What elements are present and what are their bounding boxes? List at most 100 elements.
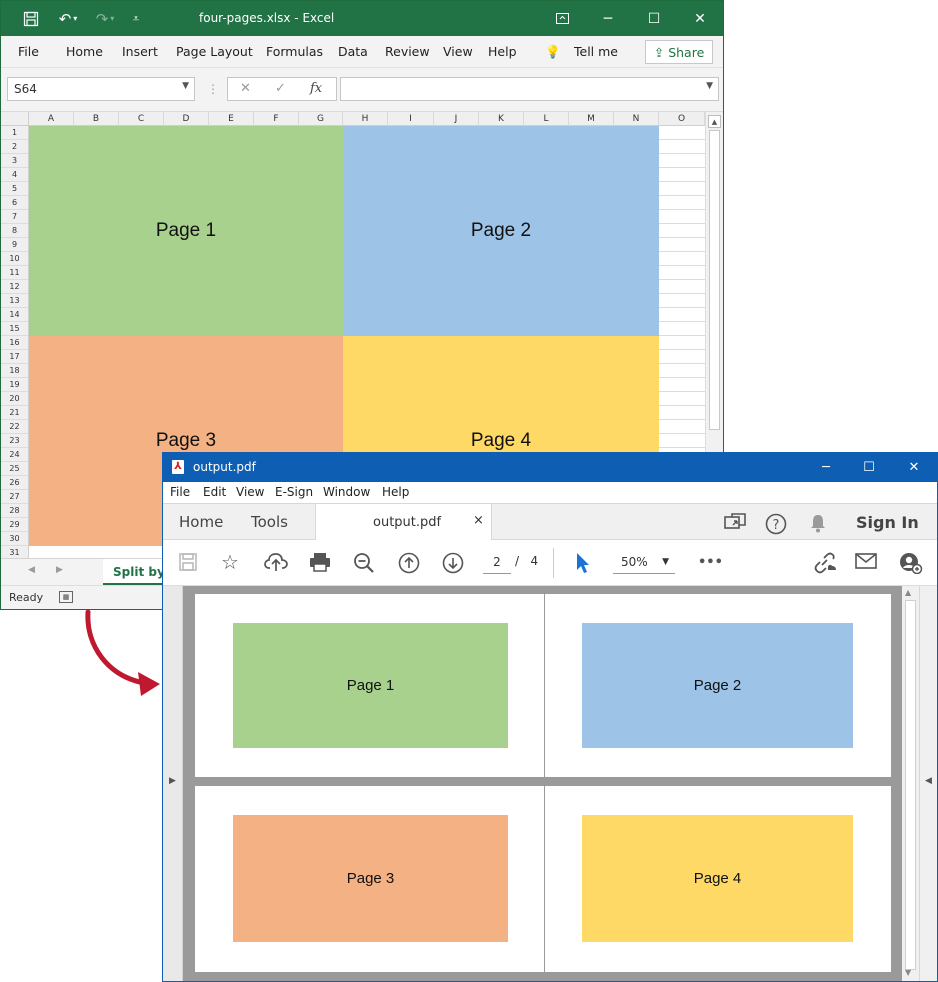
tab-home[interactable]: Home (66, 44, 103, 59)
upload-cloud-icon[interactable] (264, 552, 288, 575)
row-header[interactable]: 23 (1, 434, 28, 448)
row-header[interactable]: 31 (1, 546, 28, 558)
tab-data[interactable]: Data (338, 44, 368, 59)
pdf-page-3[interactable]: Page 3 (195, 786, 544, 972)
row-header[interactable]: 20 (1, 392, 28, 406)
row-header[interactable]: 6 (1, 196, 28, 210)
scroll-down-icon[interactable]: ▼ (905, 968, 911, 977)
expand-formula-icon[interactable]: ▼ (706, 81, 713, 91)
column-header[interactable]: C (119, 112, 164, 126)
row-header[interactable]: 15 (1, 322, 28, 336)
next-page-icon[interactable] (442, 552, 464, 577)
menu-help[interactable]: Help (382, 485, 409, 499)
tab-formulas[interactable]: Formulas (266, 44, 323, 59)
row-header[interactable]: 17 (1, 350, 28, 364)
close-tab-icon[interactable]: × (473, 513, 484, 528)
row-header[interactable]: 27 (1, 490, 28, 504)
row-header[interactable]: 10 (1, 252, 28, 266)
share-screen-icon[interactable] (724, 513, 746, 538)
pdf-vertical-scrollbar[interactable]: ▲ ▼ (902, 586, 919, 981)
row-header[interactable]: 4 (1, 168, 28, 182)
zoom-select[interactable]: 50% ▼ (613, 552, 675, 574)
save-icon[interactable] (13, 1, 49, 36)
row-header[interactable]: 12 (1, 280, 28, 294)
pdf-page-2[interactable]: Page 2 (545, 594, 891, 777)
row-header[interactable]: 7 (1, 210, 28, 224)
share-button[interactable]: ⇪ Share (645, 40, 713, 64)
tab-view[interactable]: View (443, 44, 473, 59)
column-header[interactable]: B (74, 112, 119, 126)
row-header[interactable]: 29 (1, 518, 28, 532)
row-header[interactable]: 2 (1, 140, 28, 154)
sign-in-button[interactable]: Sign In (856, 513, 919, 532)
row-header[interactable]: 18 (1, 364, 28, 378)
ribbon-display-icon[interactable] (539, 1, 585, 36)
row-header[interactable]: 22 (1, 420, 28, 434)
left-panel-toggle[interactable]: ▶ (163, 586, 183, 981)
column-header[interactable]: L (524, 112, 569, 126)
zoom-out-search-icon[interactable] (353, 552, 375, 577)
insert-function-icon[interactable]: fx (310, 81, 322, 96)
formula-input[interactable]: ▼ (340, 77, 719, 101)
column-header[interactable]: F (254, 112, 299, 126)
tab-insert[interactable]: Insert (122, 44, 158, 59)
row-header[interactable]: 28 (1, 504, 28, 518)
menu-esign[interactable]: E-Sign (275, 485, 313, 499)
menu-view[interactable]: View (236, 485, 264, 499)
scroll-thumb[interactable] (905, 600, 916, 970)
pdf-page-4[interactable]: Page 4 (545, 786, 891, 972)
pdf-minimize-icon[interactable]: ─ (803, 453, 849, 482)
page-2-block[interactable]: Page 2 (343, 126, 659, 336)
lightbulb-icon[interactable]: 💡 (545, 44, 561, 60)
share-link-icon[interactable] (813, 552, 837, 577)
tab-review[interactable]: Review (385, 44, 430, 59)
more-tools-icon[interactable]: ••• (698, 553, 723, 573)
email-icon[interactable] (855, 552, 877, 573)
row-header[interactable]: 19 (1, 378, 28, 392)
pdf-maximize-icon[interactable]: ☐ (846, 453, 892, 482)
menu-file[interactable]: File (170, 485, 190, 499)
column-header[interactable]: N (614, 112, 659, 126)
page-number-input[interactable]: 2 (483, 552, 511, 574)
save-icon[interactable] (178, 552, 198, 575)
column-header[interactable]: M (569, 112, 614, 126)
sheet-next-icon[interactable]: ▶ (56, 565, 63, 575)
close-icon[interactable]: ✕ (677, 1, 723, 36)
column-header[interactable]: E (209, 112, 254, 126)
minimize-icon[interactable]: ─ (585, 1, 631, 36)
row-header[interactable]: 24 (1, 448, 28, 462)
column-header[interactable]: J (434, 112, 479, 126)
scroll-up-icon[interactable]: ▲ (905, 588, 911, 597)
row-header[interactable]: 13 (1, 294, 28, 308)
sheet-tab[interactable]: Split by (103, 559, 165, 586)
row-header[interactable]: 26 (1, 476, 28, 490)
expand-right-icon[interactable]: ◀ (925, 776, 932, 786)
notifications-bell-icon[interactable] (809, 513, 827, 538)
row-header[interactable]: 14 (1, 308, 28, 322)
column-header[interactable]: O (659, 112, 705, 126)
scroll-thumb[interactable] (709, 130, 720, 430)
tab-document[interactable]: output.pdf × (315, 504, 492, 541)
menu-window[interactable]: Window (323, 485, 370, 499)
scroll-up-icon[interactable]: ▲ (708, 115, 721, 128)
cancel-icon[interactable]: ✕ (240, 81, 251, 96)
column-header[interactable]: H (343, 112, 388, 126)
pages-area[interactable]: Page 1 Page 2 Page 3 Page 4 (183, 586, 902, 981)
row-header[interactable]: 25 (1, 462, 28, 476)
row-header[interactable]: 5 (1, 182, 28, 196)
select-all-corner[interactable] (1, 112, 29, 126)
chevron-down-icon[interactable]: ▼ (182, 81, 189, 91)
column-header[interactable]: I (388, 112, 434, 126)
pdf-close-icon[interactable]: ✕ (891, 453, 937, 482)
account-user-icon[interactable] (899, 552, 923, 577)
menu-edit[interactable]: Edit (203, 485, 226, 499)
tab-file[interactable]: File (18, 44, 39, 59)
tab-tools[interactable]: Tools (251, 513, 288, 531)
enter-icon[interactable]: ✓ (275, 81, 286, 96)
print-icon[interactable] (309, 552, 331, 575)
name-box[interactable]: S64 ▼ (7, 77, 195, 101)
previous-page-icon[interactable] (398, 552, 420, 577)
sheet-prev-icon[interactable]: ◀ (28, 565, 35, 575)
row-header[interactable]: 8 (1, 224, 28, 238)
column-header[interactable]: D (164, 112, 209, 126)
